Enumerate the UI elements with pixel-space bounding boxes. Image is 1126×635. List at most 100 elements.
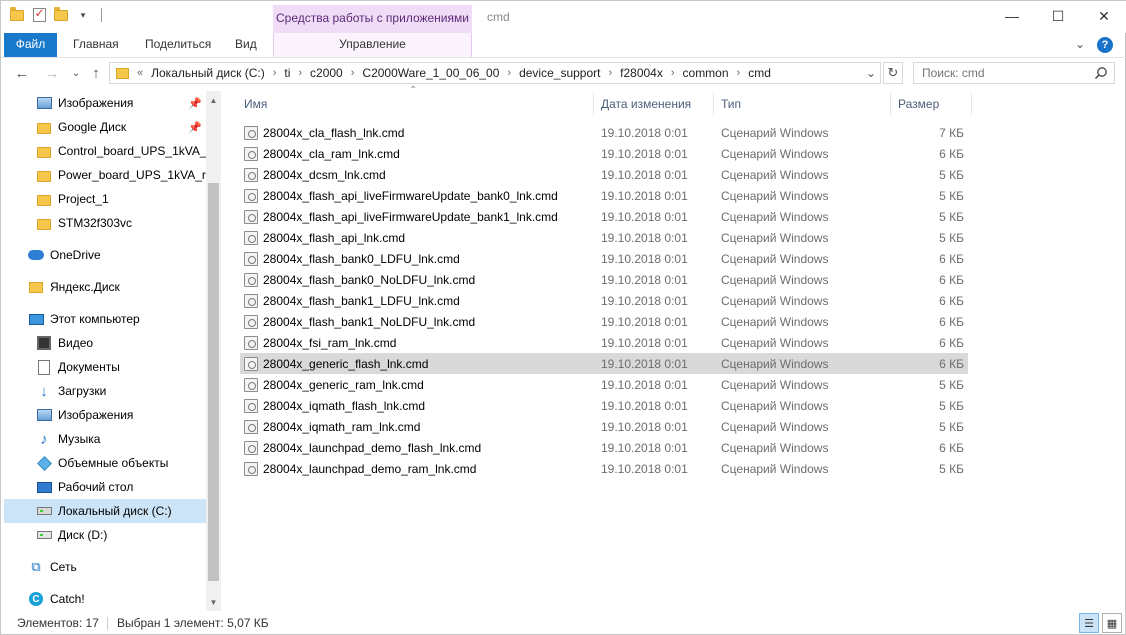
- breadcrumb-item[interactable]: ti: [284, 66, 290, 80]
- new-folder-icon[interactable]: [53, 6, 69, 23]
- address-dropdown-icon[interactable]: ⌄: [866, 66, 876, 80]
- nav-item-disk-d[interactable]: Диск (D:): [36, 524, 206, 546]
- nav-item-desktop[interactable]: Рабочий стол: [36, 476, 206, 498]
- nav-item-project-1[interactable]: Project_1: [36, 188, 206, 210]
- scrollbar-thumb[interactable]: [208, 183, 219, 581]
- breadcrumb-separator[interactable]: ›: [298, 67, 302, 79]
- breadcrumb-item[interactable]: f28004x: [620, 66, 663, 80]
- pin-icon[interactable]: 📌: [188, 121, 202, 134]
- back-button[interactable]: ←: [13, 64, 31, 82]
- column-header-type[interactable]: Тип: [721, 91, 741, 117]
- breadcrumb-item[interactable]: cmd: [748, 66, 771, 80]
- file-row[interactable]: 28004x_flash_bank0_NoLDFU_lnk.cmd 19.10.…: [240, 269, 968, 290]
- properties-icon[interactable]: [31, 6, 47, 23]
- nav-item-power-board[interactable]: Power_board_UPS_1kVA_rev: [36, 164, 206, 186]
- tab-file[interactable]: Файл: [4, 33, 57, 57]
- column-header-date[interactable]: Дата изменения: [601, 91, 691, 117]
- file-row[interactable]: 28004x_flash_api_liveFirmwareUpdate_bank…: [240, 185, 968, 206]
- file-row[interactable]: 28004x_generic_ram_lnk.cmd 19.10.2018 0:…: [240, 374, 968, 395]
- breadcrumb-separator[interactable]: ›: [273, 67, 277, 79]
- recent-locations-button[interactable]: ⌄: [67, 64, 85, 82]
- nav-item-this-pc[interactable]: Этот компьютер: [28, 308, 206, 330]
- close-button[interactable]: ✕: [1081, 1, 1126, 31]
- nav-item-catch[interactable]: C Catch!: [28, 588, 206, 610]
- column-divider[interactable]: [593, 93, 594, 115]
- file-type: Сценарий Windows: [721, 356, 829, 371]
- column-header-name[interactable]: Имя: [244, 91, 267, 117]
- breadcrumb-item[interactable]: common: [683, 66, 729, 80]
- expand-ribbon-icon[interactable]: ⌄: [1075, 37, 1085, 53]
- file-size: 5 КБ: [939, 419, 964, 434]
- file-size: 6 КБ: [939, 356, 964, 371]
- nav-item-onedrive[interactable]: OneDrive: [28, 244, 206, 266]
- breadcrumb-separator[interactable]: ›: [507, 67, 511, 79]
- tab-share[interactable]: Поделиться: [133, 33, 223, 57]
- scroll-up-arrow[interactable]: ▲: [206, 93, 221, 107]
- file-row[interactable]: 28004x_flash_api_liveFirmwareUpdate_bank…: [240, 206, 968, 227]
- nav-item-pictures[interactable]: Изображения: [36, 404, 206, 426]
- script-file-icon: [244, 209, 258, 224]
- file-row[interactable]: 28004x_launchpad_demo_flash_lnk.cmd 19.1…: [240, 437, 968, 458]
- scroll-down-arrow[interactable]: ▼: [206, 595, 221, 609]
- column-header-size[interactable]: Размер: [898, 91, 939, 117]
- tab-manage[interactable]: Управление: [273, 33, 472, 57]
- file-row[interactable]: 28004x_flash_bank0_LDFU_lnk.cmd 19.10.20…: [240, 248, 968, 269]
- up-button[interactable]: ↑: [87, 64, 105, 82]
- file-row[interactable]: 28004x_iqmath_flash_lnk.cmd 19.10.2018 0…: [240, 395, 968, 416]
- breadcrumb-item[interactable]: C2000Ware_1_00_06_00: [362, 66, 499, 80]
- nav-item-yandex-disk[interactable]: Яндекс.Диск: [28, 276, 206, 298]
- file-row[interactable]: 28004x_flash_bank1_LDFU_lnk.cmd 19.10.20…: [240, 290, 968, 311]
- customize-toolbar-icon[interactable]: ▾: [75, 7, 91, 23]
- nav-item-pictures-pinned[interactable]: Изображения 📌: [36, 92, 206, 114]
- details-view-button[interactable]: ☰: [1079, 613, 1099, 633]
- file-row[interactable]: 28004x_cla_flash_lnk.cmd 19.10.2018 0:01…: [240, 122, 968, 143]
- nav-item-control-board[interactable]: Control_board_UPS_1kVA_re: [36, 140, 206, 162]
- refresh-button[interactable]: ↻: [883, 62, 903, 84]
- file-row-selected[interactable]: 28004x_generic_flash_lnk.cmd 19.10.2018 …: [240, 353, 968, 374]
- breadcrumb-separator[interactable]: ›: [671, 67, 675, 79]
- search-input[interactable]: [914, 63, 1084, 83]
- tab-view[interactable]: Вид: [223, 33, 269, 57]
- pin-icon[interactable]: 📌: [188, 97, 202, 110]
- nav-item-stm32[interactable]: STM32f303vc: [36, 212, 206, 234]
- nav-item-network[interactable]: ⧉ Сеть: [28, 556, 206, 578]
- file-type: Сценарий Windows: [721, 398, 829, 413]
- nav-scrollbar[interactable]: ▲ ▼: [206, 91, 221, 611]
- file-row[interactable]: 28004x_iqmath_ram_lnk.cmd 19.10.2018 0:0…: [240, 416, 968, 437]
- breadcrumb-item[interactable]: Локальный диск (C:): [151, 66, 265, 80]
- breadcrumb-item[interactable]: device_support: [519, 66, 600, 80]
- forward-button[interactable]: →: [43, 64, 61, 82]
- nav-item-google-drive[interactable]: Google Диск 📌: [36, 116, 206, 138]
- search-icon[interactable]: [1094, 66, 1108, 80]
- file-row[interactable]: 28004x_cla_ram_lnk.cmd 19.10.2018 0:01 С…: [240, 143, 968, 164]
- file-row[interactable]: 28004x_flash_bank1_NoLDFU_lnk.cmd 19.10.…: [240, 311, 968, 332]
- file-row[interactable]: 28004x_flash_api_lnk.cmd 19.10.2018 0:01…: [240, 227, 968, 248]
- nav-item-documents[interactable]: Документы: [36, 356, 206, 378]
- nav-item-music[interactable]: ♪ Музыка: [36, 428, 206, 450]
- nav-item-downloads[interactable]: ↓ Загрузки: [36, 380, 206, 402]
- address-bar[interactable]: « Локальный диск (C:) › ti › c2000 › C20…: [109, 62, 881, 84]
- maximize-button[interactable]: ☐: [1035, 1, 1081, 31]
- search-box[interactable]: [913, 62, 1115, 84]
- file-row[interactable]: 28004x_dcsm_lnk.cmd 19.10.2018 0:01 Сцен…: [240, 164, 968, 185]
- nav-item-3d-objects[interactable]: Объемные объекты: [36, 452, 206, 474]
- file-row[interactable]: 28004x_fsi_ram_lnk.cmd 19.10.2018 0:01 С…: [240, 332, 968, 353]
- nav-item-local-disk-c[interactable]: Локальный диск (C:): [4, 499, 206, 523]
- column-divider[interactable]: [890, 93, 891, 115]
- breadcrumb-overflow[interactable]: «: [137, 67, 143, 79]
- breadcrumb-separator[interactable]: ›: [351, 67, 355, 79]
- column-divider[interactable]: [713, 93, 714, 115]
- column-divider[interactable]: [971, 93, 972, 115]
- breadcrumb-separator[interactable]: ›: [608, 67, 612, 79]
- folder-icon: [36, 167, 52, 183]
- large-icons-view-button[interactable]: ▦: [1102, 613, 1122, 633]
- nav-item-video[interactable]: Видео: [36, 332, 206, 354]
- nav-item-label: Яндекс.Диск: [50, 280, 120, 294]
- folder-icon[interactable]: [9, 6, 25, 23]
- help-icon[interactable]: ?: [1097, 37, 1113, 53]
- tab-home[interactable]: Главная: [61, 33, 131, 57]
- minimize-button[interactable]: —: [989, 1, 1035, 31]
- breadcrumb-item[interactable]: c2000: [310, 66, 343, 80]
- file-row[interactable]: 28004x_launchpad_demo_ram_lnk.cmd 19.10.…: [240, 458, 968, 479]
- breadcrumb-separator[interactable]: ›: [737, 67, 741, 79]
